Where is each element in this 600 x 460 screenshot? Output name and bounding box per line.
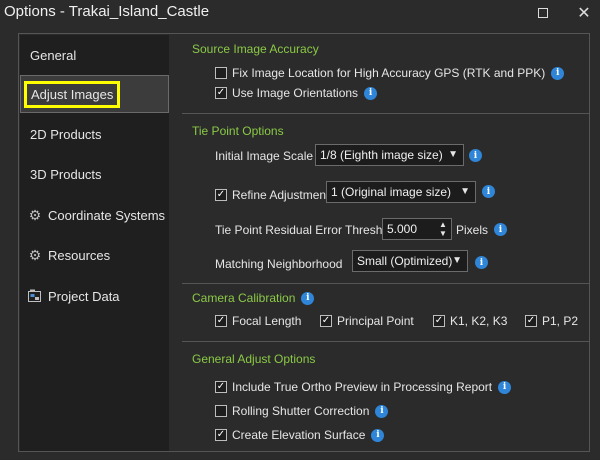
option-label: Create Elevation Surface (232, 428, 366, 442)
sidebar-item-label: 2D Products (30, 126, 102, 142)
rolling-shutter-option[interactable]: Rolling Shutter Correction i (215, 404, 389, 418)
option-label: Principal Point (337, 314, 414, 328)
sidebar-item-label: 3D Products (30, 166, 102, 182)
refine-adjustment-option[interactable]: ✓ Refine Adjustment (215, 188, 329, 202)
info-icon[interactable]: i (551, 66, 565, 80)
project-data-icon (27, 288, 43, 304)
chevron-down-icon: ▼ (448, 149, 458, 160)
matching-neighborhood-label: Matching Neighborhood (215, 257, 343, 271)
sidebar-item-3d-products[interactable]: 3D Products (20, 155, 169, 193)
p-parameters-checkbox[interactable]: ✓ (525, 315, 537, 327)
fix-image-location-option[interactable]: Fix Image Location for High Accuracy GPS… (215, 66, 565, 80)
sidebar-item-coordinate-systems[interactable]: ⚙ Coordinate Systems (20, 196, 169, 234)
gear-icon: ⚙ (28, 246, 42, 263)
residual-threshold-label: Tie Point Residual Error Threshold (215, 223, 399, 237)
sidebar-item-resources[interactable]: ⚙ Resources (20, 236, 169, 274)
title-bar: Options - Trakai_Island_Castle ✕ (0, 0, 600, 28)
refine-adjustment-select[interactable]: 1 (Original image size) ▼ (326, 181, 476, 203)
section-divider (182, 341, 590, 342)
info-icon[interactable]: i (494, 223, 507, 236)
matching-neighborhood-select[interactable]: Small (Optimized) ▼ (352, 250, 468, 272)
info-icon[interactable]: i (375, 404, 389, 418)
residual-threshold-input[interactable]: 5.000 ▲ ▼ (382, 218, 452, 240)
maximize-button[interactable] (523, 0, 563, 26)
info-icon[interactable]: i (475, 256, 488, 269)
option-label: Include True Ortho Preview in Processing… (232, 380, 493, 394)
initial-image-scale-label: Initial Image Scale (215, 149, 314, 163)
rolling-shutter-checkbox[interactable] (215, 405, 227, 417)
option-label: Fix Image Location for High Accuracy GPS… (232, 66, 546, 80)
elevation-surface-option[interactable]: ✓ Create Elevation Surface i (215, 428, 385, 442)
principal-point-option[interactable]: ✓ Principal Point (320, 314, 414, 328)
section-title-general-adjust-options: General Adjust Options (192, 352, 316, 366)
select-value: 1 (Original image size) (331, 185, 452, 199)
select-value: 1/8 (Eighth image size) (320, 148, 443, 162)
initial-image-scale-select[interactable]: 1/8 (Eighth image size) ▼ (315, 144, 464, 166)
input-value: 5.000 (387, 222, 418, 236)
option-label: Use Image Orientations (232, 86, 359, 100)
gear-icon: ⚙ (28, 206, 42, 223)
info-icon[interactable]: i (498, 380, 512, 394)
k-parameters-checkbox[interactable]: ✓ (433, 315, 445, 327)
sidebar: General Adjust Images 2D Products 3D Pro… (20, 35, 169, 451)
focal-length-option[interactable]: ✓ Focal Length (215, 314, 301, 328)
k-parameters-option[interactable]: ✓ K1, K2, K3 (433, 314, 507, 328)
option-label: Rolling Shutter Correction (232, 404, 370, 418)
sidebar-item-label: General (30, 47, 77, 63)
true-ortho-preview-checkbox[interactable]: ✓ (215, 381, 227, 393)
option-label: Focal Length (232, 314, 302, 328)
true-ortho-preview-option[interactable]: ✓ Include True Ortho Preview in Processi… (215, 380, 512, 394)
info-icon[interactable]: i (482, 185, 495, 198)
sidebar-item-label: Project Data (48, 288, 120, 304)
section-title-source-image-accuracy: Source Image Accuracy (192, 42, 319, 56)
stepper-arrows[interactable]: ▲ ▼ (437, 219, 449, 239)
principal-point-checkbox[interactable]: ✓ (320, 315, 332, 327)
option-label: K1, K2, K3 (450, 314, 508, 328)
fix-image-location-checkbox[interactable] (215, 67, 227, 79)
maximize-icon (538, 8, 548, 18)
section-divider (182, 283, 590, 284)
sidebar-item-project-data[interactable]: Project Data (20, 277, 169, 315)
sidebar-item-2d-products[interactable]: 2D Products (20, 115, 169, 153)
chevron-down-icon[interactable]: ▼ (439, 229, 447, 238)
refine-adjustment-checkbox[interactable]: ✓ (215, 189, 227, 201)
use-image-orientations-option[interactable]: ✓ Use Image Orientations i (215, 86, 378, 100)
sidebar-item-label: Coordinate Systems (48, 207, 166, 223)
info-icon[interactable]: i (371, 428, 385, 442)
close-button[interactable]: ✕ (564, 0, 600, 26)
close-icon: ✕ (577, 5, 591, 22)
chevron-down-icon: ▼ (452, 255, 462, 266)
option-label: Refine Adjustment (232, 188, 330, 202)
section-title-camera-calibration: Camera Calibration (192, 291, 296, 305)
use-image-orientations-checkbox[interactable]: ✓ (215, 87, 227, 99)
sidebar-item-label: Resources (48, 247, 111, 263)
section-divider (182, 113, 590, 114)
select-value: Small (Optimized) (357, 254, 453, 268)
sidebar-item-adjust-images[interactable]: Adjust Images (20, 75, 169, 113)
window-title: Options - Trakai_Island_Castle (4, 3, 210, 20)
info-icon[interactable]: i (364, 86, 378, 100)
sidebar-item-general[interactable]: General (20, 36, 169, 74)
adjust-images-panel: Source Image Accuracy Fix Image Location… (182, 35, 590, 451)
selection-highlight (24, 81, 120, 108)
info-icon[interactable]: i (469, 149, 482, 162)
section-title-tie-point-options: Tie Point Options (192, 124, 284, 138)
chevron-down-icon: ▼ (460, 186, 470, 197)
elevation-surface-checkbox[interactable]: ✓ (215, 429, 227, 441)
info-icon[interactable]: i (301, 291, 315, 305)
focal-length-checkbox[interactable]: ✓ (215, 315, 227, 327)
unit-label: Pixels (456, 223, 489, 237)
chevron-up-icon[interactable]: ▲ (439, 220, 447, 229)
option-label: P1, P2 (542, 314, 579, 328)
camera-calibration-header: Camera Calibration i (192, 291, 315, 305)
p-parameters-option[interactable]: ✓ P1, P2 (525, 314, 578, 328)
